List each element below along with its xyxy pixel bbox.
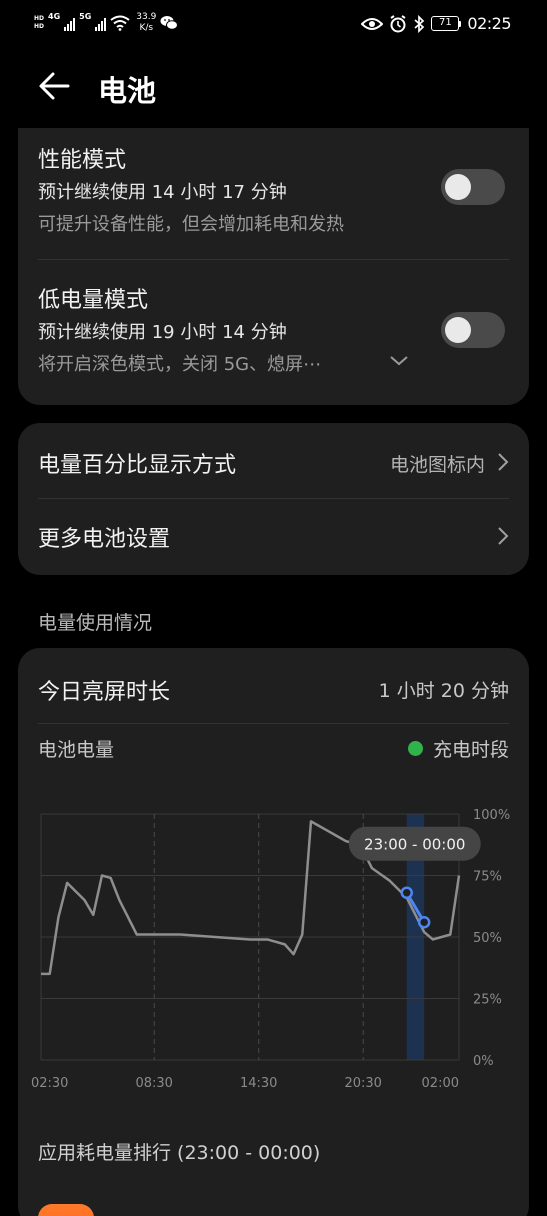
hd-label-2: HD bbox=[34, 23, 45, 30]
app-header: 电池 bbox=[0, 58, 547, 118]
x-tick-label: 20:30 bbox=[344, 1076, 381, 1091]
status-left: HD HD 4G 5G 33.9 K/s bbox=[34, 12, 179, 34]
signal-icon-2 bbox=[95, 15, 107, 31]
battery-level-text: 71 bbox=[431, 16, 460, 31]
battery-level-label: 电池电量 bbox=[38, 739, 115, 761]
x-tick-label: 02:30 bbox=[31, 1076, 68, 1091]
power-modes-card: 性能模式 预计继续使用 14 小时 17 分钟 可提升设备性能，但会增加耗电和发… bbox=[18, 128, 529, 405]
low-power-mode-toggle[interactable] bbox=[441, 312, 505, 348]
page-title: 电池 bbox=[98, 74, 157, 108]
signal-icon bbox=[64, 15, 76, 31]
battery-level-chart[interactable]: 100% 75% 50% 25% 0% 02:30 08:30 14:30 20:30 02:00… bbox=[18, 798, 529, 1098]
battery-usage-card: 今日亮屏时长 1 小时 20 分钟 电池电量 充电时段 100% 75% 50% 25… bbox=[18, 648, 529, 1216]
wechat-icon bbox=[160, 16, 179, 30]
x-tick-label: 14:30 bbox=[240, 1076, 277, 1091]
y-tick-label: 25% bbox=[473, 993, 502, 1008]
divider bbox=[38, 259, 509, 260]
percentage-display-row[interactable]: 电量百分比显示方式 电池图标内 bbox=[18, 425, 529, 499]
selected-segment-point bbox=[400, 886, 413, 899]
performance-mode-description: 可提升设备性能，但会增加耗电和发热 bbox=[38, 214, 344, 235]
toggle-knob bbox=[445, 317, 471, 343]
performance-mode-toggle[interactable] bbox=[441, 169, 505, 205]
y-tick-label: 0% bbox=[473, 1054, 494, 1069]
network-speed-unit: K/s bbox=[139, 23, 154, 33]
toggle-knob bbox=[445, 174, 471, 200]
app-usage-ranking-title: 应用耗电量排行 (23:00 - 00:00) bbox=[38, 1142, 321, 1164]
network-speed: 33.9 K/s bbox=[136, 12, 156, 34]
y-tick-label: 100% bbox=[473, 808, 510, 823]
back-arrow-icon[interactable] bbox=[36, 68, 76, 104]
hd-indicator: HD HD bbox=[34, 15, 44, 31]
alarm-icon bbox=[390, 14, 406, 32]
y-tick-label: 75% bbox=[473, 870, 502, 885]
charging-legend: 充电时段 bbox=[407, 735, 509, 762]
sim1-network-label: 4G bbox=[48, 12, 61, 21]
low-power-mode-title: 低电量模式 bbox=[38, 288, 149, 313]
clock: 02:25 bbox=[467, 14, 511, 33]
more-battery-settings-row[interactable]: 更多电池设置 bbox=[18, 499, 529, 573]
charging-legend-dot bbox=[407, 741, 423, 756]
performance-mode-title: 性能模式 bbox=[38, 148, 127, 173]
network-speed-value: 33.9 bbox=[136, 12, 157, 22]
chevron-right-icon bbox=[498, 453, 509, 471]
chevron-right-icon bbox=[498, 527, 509, 545]
tooltip-label: 23:00 - 00:00 bbox=[364, 836, 465, 854]
more-battery-settings-label: 更多电池设置 bbox=[38, 527, 171, 552]
sim2-network-label: 5G bbox=[79, 12, 92, 21]
x-tick-label: 02:00 bbox=[422, 1076, 459, 1091]
low-power-mode-estimate: 预计继续使用 19 小时 14 分钟 bbox=[38, 322, 287, 343]
usage-section-title: 电量使用情况 bbox=[38, 612, 153, 634]
divider bbox=[38, 723, 509, 724]
eye-comfort-icon bbox=[361, 17, 384, 30]
wifi-icon bbox=[110, 15, 130, 31]
charging-legend-label: 充电时段 bbox=[432, 739, 509, 761]
y-tick-label: 50% bbox=[473, 931, 502, 946]
screen-time-label: 今日亮屏时长 bbox=[38, 680, 171, 705]
low-power-mode-description: 将开启深色模式，关闭 5G、熄屏⋯ bbox=[38, 354, 322, 375]
battery-icon: 71 bbox=[431, 16, 462, 31]
chevron-down-icon[interactable] bbox=[388, 352, 410, 368]
percentage-display-label: 电量百分比显示方式 bbox=[38, 453, 237, 478]
status-right: 71 02:25 bbox=[361, 14, 511, 33]
app-icon[interactable] bbox=[38, 1204, 94, 1216]
x-tick-label: 08:30 bbox=[135, 1076, 172, 1091]
status-bar: HD HD 4G 5G 33.9 K/s 71 02:25 bbox=[0, 0, 547, 52]
screen-time-value: 1 小时 20 分钟 bbox=[378, 680, 509, 702]
performance-mode-estimate: 预计继续使用 14 小时 17 分钟 bbox=[38, 182, 287, 203]
bluetooth-icon bbox=[414, 14, 425, 33]
selected-segment-point bbox=[417, 915, 431, 929]
hd-label-1: HD bbox=[34, 15, 45, 22]
percentage-display-value: 电池图标内 bbox=[389, 454, 485, 476]
battery-settings-card: 电量百分比显示方式 电池图标内 更多电池设置 bbox=[18, 423, 529, 575]
